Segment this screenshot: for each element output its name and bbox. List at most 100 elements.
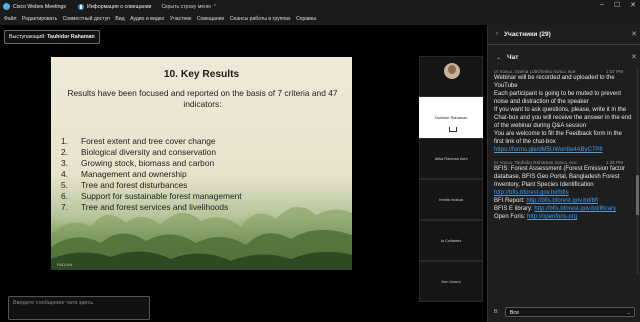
menu-item[interactable]: Аудио и видео	[130, 16, 164, 22]
app-name: Cisco Webex Meetings	[13, 3, 66, 10]
item-number: 3.	[61, 158, 68, 168]
chat-link-label: BFI Report:	[494, 198, 527, 204]
item-text: Growing stock, biomass and carbon	[81, 158, 215, 168]
chat-scrollbar[interactable]	[636, 69, 639, 274]
participant-tile[interactable]: Ia Coliantes	[419, 220, 483, 261]
chevron-right-icon[interactable]: ›	[496, 31, 498, 37]
chat-message-body: Webinar will be recorded and uploaded to…	[494, 74, 633, 154]
key-results-list: 1. Forest extent and tree cover change 2. B…	[61, 136, 352, 213]
chat-link[interactable]: http://bfis.bforest.gov.bd/bfis	[494, 190, 569, 196]
chat-line: BFI Report: http://bfis.bforest.gov.bd/b…	[494, 197, 633, 205]
slide-title: 10. Key Results	[163, 69, 240, 80]
participant-name: Tauhidor Rahaman	[434, 115, 468, 120]
chat-link-label: Open Foris:	[494, 214, 528, 220]
chat-header[interactable]: ⌄ Чат ✕	[488, 52, 640, 62]
item-text: Tree and forest services and livelihoods	[81, 202, 229, 212]
chat-text: BFIS: Forest Assessment (Forest Emission…	[494, 166, 626, 188]
slide-footer: FAO-UN	[57, 262, 73, 267]
shared-slide: 10. Key Results Results have been focuse…	[51, 57, 352, 270]
chat-message: от польз. Tauhidor Rahaman польз. все: 1:…	[494, 160, 633, 221]
menu-item[interactable]: Совместный доступ	[63, 16, 110, 22]
recipient-value: Все	[509, 310, 520, 316]
menu-item[interactable]: Редактировать	[22, 16, 57, 22]
chat-messages[interactable]: от польз. Ganna Lobchenko польз. все: 1:0…	[494, 69, 633, 274]
participants-header[interactable]: › Участники (29) ✕	[488, 28, 640, 40]
hide-menu-bar-button[interactable]: Скрыть строку меню	[161, 4, 210, 10]
key-result-item: 6. Support for sustainable forest managem…	[61, 191, 352, 202]
item-number: 6.	[61, 191, 68, 201]
chat-input[interactable]: Введите сообщение чата здесь	[8, 296, 150, 320]
speaker-name: Tauhidor Rahaman	[47, 34, 95, 40]
item-text: Biological diversity and conservation	[81, 147, 217, 157]
chat-line: If you want to ask questions, please, wr…	[494, 106, 633, 130]
menu-item[interactable]: Справка	[296, 16, 316, 22]
window-controls: – ☐ ✕	[600, 1, 636, 9]
chat-link[interactable]: http://bfis.bforest.gov.bd/library	[534, 206, 616, 212]
chevron-up-icon[interactable]: ⌃	[213, 4, 217, 10]
chevron-down-icon: ⌄	[626, 310, 631, 316]
chat-scrollbar-thumb[interactable]	[636, 175, 639, 215]
item-text: Management and ownership	[81, 169, 187, 179]
key-result-item: 5. Tree and forest disturbances	[61, 180, 352, 191]
chat-text: Each participant is going to be muted to…	[494, 91, 622, 105]
self-video-tile[interactable]	[419, 56, 483, 97]
chat-line: https://forms.gle/dM5UWon8a4AByC7P8	[494, 146, 633, 154]
item-number: 5.	[61, 180, 68, 190]
chat-line: You are welcome to fill the Feedback for…	[494, 130, 633, 146]
menu-item[interactable]: Совещание	[197, 16, 225, 22]
menu-item[interactable]: Файл	[4, 16, 17, 22]
chat-line: BFIS: Forest Assessment (Forest Emission…	[494, 165, 633, 189]
participant-tile[interactable]: Tauhidor Rahaman	[419, 97, 483, 138]
menu-item[interactable]: Сеансы работы в группах	[230, 16, 291, 22]
key-result-item: 1. Forest extent and tree cover change	[61, 136, 352, 147]
item-number: 2.	[61, 147, 68, 157]
item-number: 4.	[61, 169, 68, 179]
participant-tile[interactable]: Ken Usami	[419, 261, 483, 302]
speaker-label-prefix: Выступающий:	[9, 34, 46, 40]
chat-link[interactable]: http://openforis.org	[527, 214, 577, 220]
chat-text: You are welcome to fill the Feedback for…	[494, 131, 622, 145]
participant-tile[interactable]: fredrik mokua	[419, 179, 483, 220]
item-text: Forest extent and tree cover change	[81, 136, 216, 146]
item-text: Tree and forest disturbances	[81, 180, 188, 190]
chat-line: Each participant is going to be muted to…	[494, 90, 633, 106]
active-speaker-label: Выступающий: Tauhidor Rahaman	[4, 30, 100, 44]
chat-title[interactable]: Чат	[507, 54, 518, 61]
close-icon[interactable]: ✕	[630, 1, 636, 9]
screen-share-icon	[449, 127, 457, 132]
menu-item[interactable]: Вид	[115, 16, 124, 22]
avatar	[444, 63, 460, 79]
info-icon[interactable]	[77, 3, 84, 10]
key-result-item: 2. Biological diversity and conservation	[61, 147, 352, 158]
participant-tile[interactable]: Atika Rahman Akhi	[419, 138, 483, 179]
participant-name: fredrik mokua	[439, 197, 463, 202]
maximize-icon[interactable]: ☐	[614, 1, 620, 9]
recipient-label: В:	[494, 309, 499, 315]
close-participants-icon[interactable]: ✕	[631, 30, 637, 38]
key-result-item: 7. Tree and forest services and livelihoo…	[61, 202, 352, 213]
chat-link[interactable]: https://forms.gle/dM5UWon8a4AByC7P8	[494, 147, 603, 153]
participant-name: Ia Coliantes	[440, 238, 462, 243]
side-panel: › Участники (29) ✕ ⌄ Чат ✕ от польз. Gan…	[487, 25, 640, 322]
webex-logo-icon	[3, 3, 10, 10]
participant-name: Ken Usami	[441, 279, 461, 284]
chat-message-body: BFIS: Forest Assessment (Forest Emission…	[494, 165, 633, 221]
item-number: 1.	[61, 136, 68, 146]
menu-item[interactable]: Участник	[170, 16, 192, 22]
chat-link[interactable]: http://bfis.bforest.gov.bd/bfi	[526, 198, 598, 204]
key-result-item: 3. Growing stock, biomass and carbon	[61, 158, 352, 169]
recipient-row: В: Все ⌄	[494, 307, 635, 317]
close-chat-icon[interactable]: ✕	[631, 53, 637, 61]
title-bar: Cisco Webex Meetings Информация о совеща…	[0, 0, 640, 13]
slide-intro: Results have been focused and reported o…	[67, 88, 338, 109]
item-text: Support for sustainable forest managemen…	[81, 191, 242, 201]
chevron-down-icon[interactable]: ⌄	[496, 54, 501, 61]
chat-line: http://bfis.bforest.gov.bd/bfis	[494, 189, 633, 197]
menu-bar: Файл Редактировать Совместный доступ Вид Ауд…	[0, 13, 640, 25]
recipient-select[interactable]: Все ⌄	[504, 307, 635, 317]
chat-line: BFIS E library: http://bfis.bforest.gov.…	[494, 205, 633, 213]
participants-title[interactable]: Участники (29)	[504, 31, 551, 38]
meeting-info-button[interactable]: Информация о совещании	[87, 4, 151, 10]
chat-link-label: BFIS E library:	[494, 206, 535, 212]
minimize-icon[interactable]: –	[600, 1, 604, 9]
